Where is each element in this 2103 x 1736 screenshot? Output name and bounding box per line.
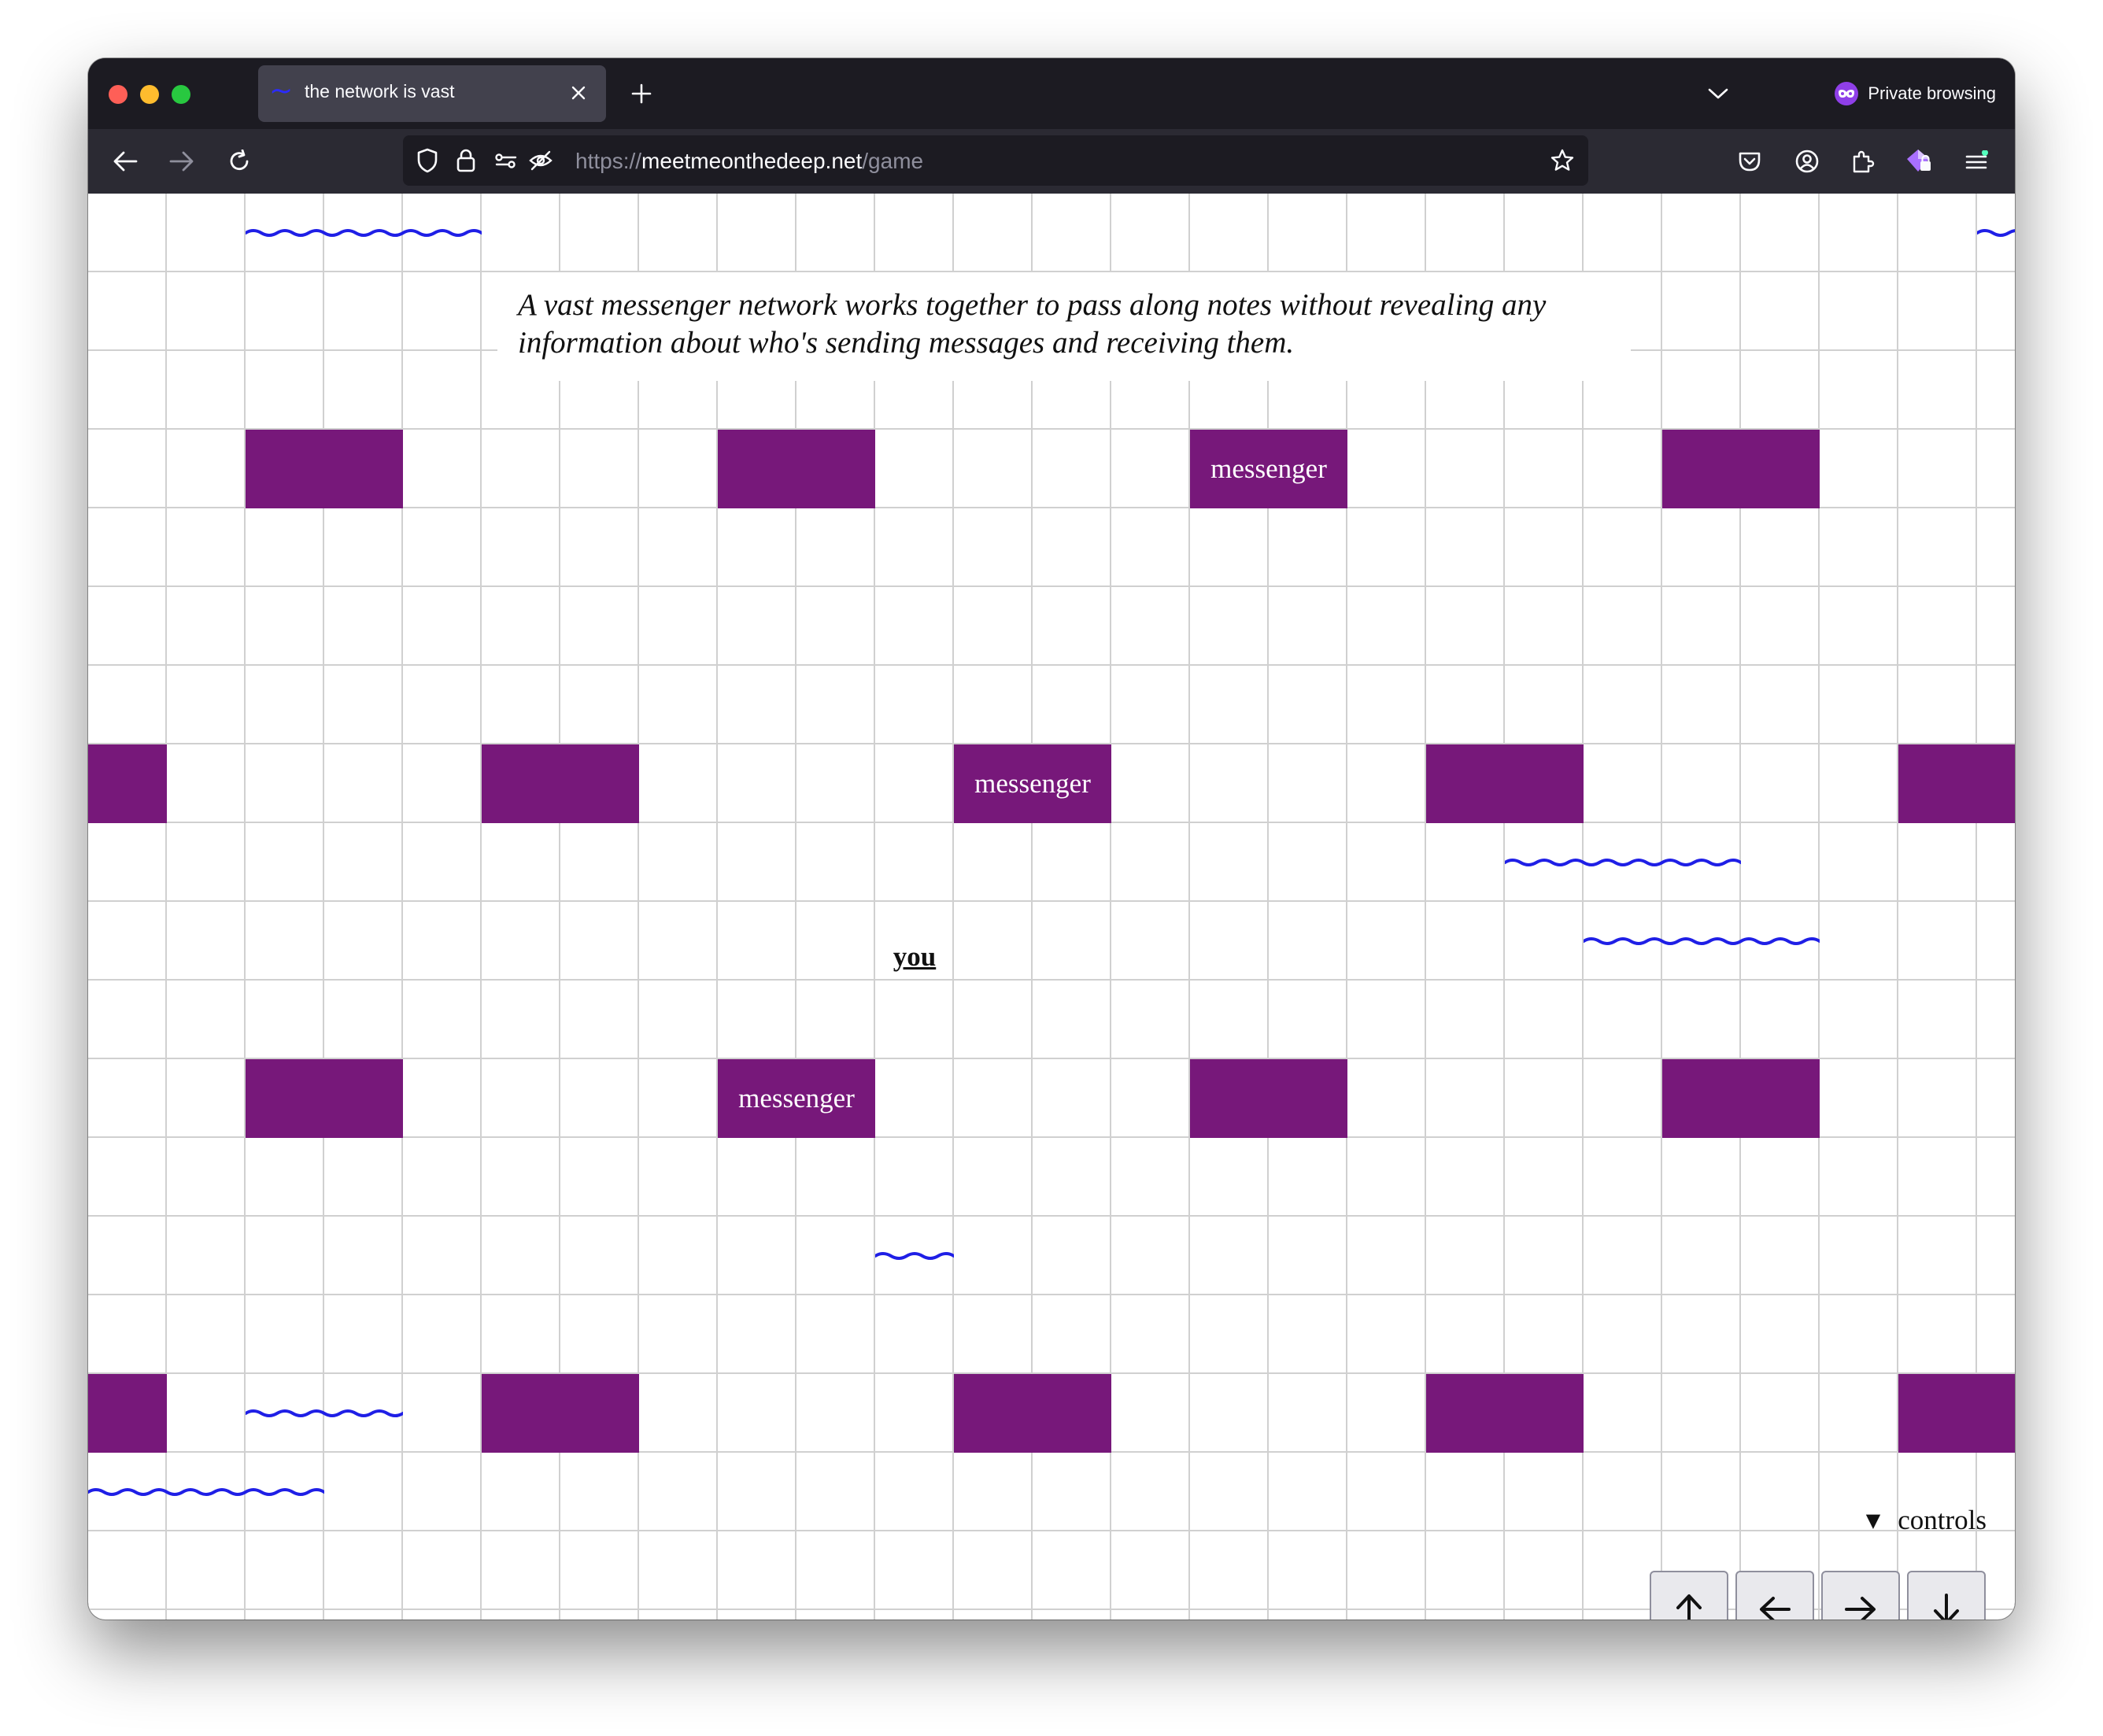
disclosure-triangle-icon: ▼ xyxy=(1865,1509,1881,1531)
messenger-node: messenger xyxy=(718,1059,875,1138)
messenger-node xyxy=(246,1059,403,1138)
message-wave-line xyxy=(246,1409,403,1417)
messenger-node xyxy=(88,744,167,823)
close-icon[interactable] xyxy=(560,75,597,111)
account-icon[interactable] xyxy=(1786,140,1828,183)
pocket-icon[interactable] xyxy=(1728,140,1771,183)
move-right-button[interactable] xyxy=(1821,1571,1900,1620)
move-down-button[interactable] xyxy=(1907,1571,1986,1620)
messenger-node xyxy=(954,1374,1111,1453)
private-browsing-label: Private browsing xyxy=(1868,83,1996,103)
tab-active[interactable]: ~ the network is vast xyxy=(258,65,606,122)
messenger-node xyxy=(1898,744,2015,823)
messenger-node xyxy=(1662,430,1820,508)
player-you: you xyxy=(893,941,937,972)
messenger-node: messenger xyxy=(954,744,1111,823)
reload-icon[interactable] xyxy=(218,140,261,183)
messenger-node xyxy=(1426,744,1584,823)
message-wave-line xyxy=(875,1252,954,1260)
navigation-toolbar: https://meetmeonthedeep.net/game xyxy=(88,129,2015,194)
message-wave xyxy=(88,1481,324,1503)
minimize-window-button[interactable] xyxy=(140,85,159,104)
tracking-protection-shield-icon[interactable] xyxy=(409,142,445,179)
message-wave-line xyxy=(246,229,482,237)
url-text: https://meetmeonthedeep.net/game xyxy=(575,150,923,173)
permissions-icon[interactable] xyxy=(488,142,524,179)
message-wave xyxy=(875,1245,954,1267)
message-wave-line xyxy=(1505,859,1741,866)
messenger-node xyxy=(88,1374,167,1453)
messenger-node xyxy=(1426,1374,1584,1453)
private-browsing-indicator: Private browsing xyxy=(1835,76,1996,112)
messenger-node xyxy=(1662,1059,1820,1138)
url-path: /game xyxy=(862,149,924,173)
chevron-down-icon[interactable] xyxy=(1700,76,1736,112)
new-tab-button[interactable] xyxy=(623,76,660,112)
url-scheme: https:// xyxy=(575,149,642,173)
private-browsing-mask-icon xyxy=(1835,82,1859,105)
messenger-node: messenger xyxy=(1190,430,1347,508)
zoom-window-button[interactable] xyxy=(172,85,190,104)
menu-hamburger-icon[interactable] xyxy=(1955,140,1998,183)
forward-arrow-icon[interactable] xyxy=(161,140,203,183)
controls-toggle[interactable]: ▼ controls xyxy=(1866,1505,1987,1536)
intro-text: A vast messenger network works together … xyxy=(497,272,1631,381)
message-wave-line xyxy=(88,1488,324,1496)
tab-title: the network is vast xyxy=(305,81,455,102)
browser-window: ~ the network is vast Private browsing h… xyxy=(88,58,2015,1620)
extension-vpn-icon[interactable] xyxy=(1898,140,1941,183)
game-board: A vast messenger network works together … xyxy=(88,194,2015,1620)
url-host: meetmeonthedeep.net xyxy=(641,149,863,173)
back-arrow-icon[interactable] xyxy=(104,140,146,183)
address-bar[interactable]: https://meetmeonthedeep.net/game xyxy=(403,135,1588,186)
messenger-node xyxy=(246,430,403,508)
message-wave-line xyxy=(1977,229,2015,237)
message-wave xyxy=(246,1402,403,1424)
move-up-button[interactable] xyxy=(1650,1571,1728,1620)
tab-favicon-icon: ~ xyxy=(269,75,294,107)
lock-icon[interactable] xyxy=(448,142,484,179)
controls-label: controls xyxy=(1898,1505,1987,1535)
message-wave xyxy=(1505,851,1741,874)
tab-strip: ~ the network is vast Private browsing xyxy=(88,58,2015,129)
messenger-node xyxy=(1190,1059,1347,1138)
close-window-button[interactable] xyxy=(109,85,128,104)
move-left-button[interactable] xyxy=(1735,1571,1814,1620)
message-wave xyxy=(246,222,482,244)
messenger-node xyxy=(482,744,639,823)
extensions-puzzle-icon[interactable] xyxy=(1842,140,1884,183)
messenger-node xyxy=(482,1374,639,1453)
messenger-node xyxy=(1898,1374,2015,1453)
messenger-node xyxy=(718,430,875,508)
message-wave xyxy=(1584,930,1820,952)
tracker-blocked-icon[interactable] xyxy=(523,142,559,179)
message-wave-line xyxy=(1584,937,1820,945)
bookmark-star-icon[interactable] xyxy=(1544,142,1580,179)
message-wave xyxy=(1977,222,2015,244)
